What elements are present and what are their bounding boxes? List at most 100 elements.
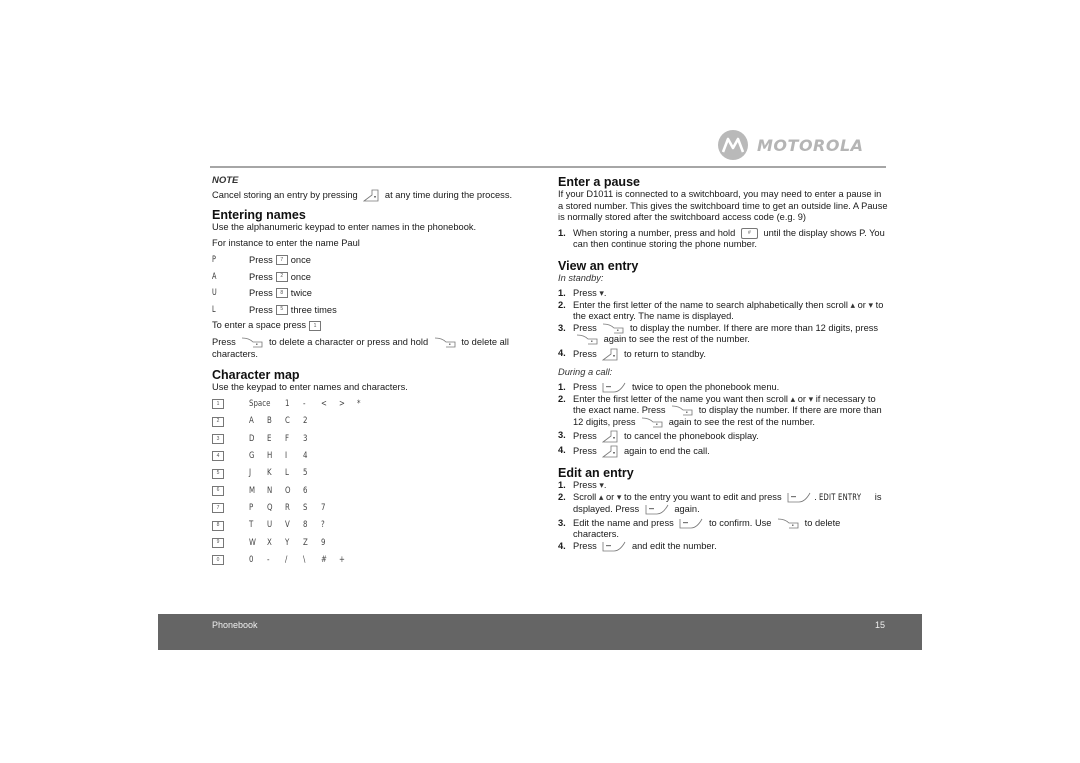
character-map-char: F [285, 433, 290, 444]
character-map-char: V [285, 520, 290, 531]
hash-key-icon: # [740, 227, 758, 239]
character-map-char: Space [249, 399, 271, 410]
character-map-char: X [267, 537, 272, 548]
delete-instruction: Press to delete a character or press and… [212, 337, 509, 359]
list-item: 4. Press to return to standby. [558, 348, 888, 361]
character-map-char: - [303, 399, 306, 410]
character-map-char: B [267, 416, 272, 427]
character-map-char: I [285, 451, 288, 462]
keypad-key-icon: 4 [212, 451, 224, 462]
delete-softkey-icon [576, 334, 598, 345]
list-item: 4. Press again to end the call. [558, 445, 888, 458]
character-map-char: O [285, 485, 291, 496]
character-map-char: A [249, 416, 254, 427]
list-item: 4. Press and edit the number. [558, 540, 717, 551]
character-map-row: 3 D E F 3 [212, 430, 542, 447]
paul-step: U Press 8 twice [212, 288, 312, 299]
character-map-char: < [321, 399, 327, 410]
character-map-row: 1 Space 1 - < > * [212, 396, 542, 413]
character-map-row: 0 0 - / \ # + [212, 551, 542, 568]
character-map-char: G [249, 451, 255, 462]
keypad-key-icon: 6 [212, 485, 224, 496]
note-text: Cancel storing an entry by pressing at a… [212, 189, 542, 202]
character-map-heading: Character map [212, 368, 300, 382]
character-map-char: 5 [303, 468, 308, 479]
edit-entry-heading: Edit an entry [558, 466, 634, 480]
character-map-char: ? [321, 520, 325, 531]
list-item: 1. Press twice to open the phonebook men… [558, 382, 780, 393]
character-map-char: - [267, 554, 270, 565]
edit-steps: 1. Press ▾. 2. Scroll ▴ or ▾ to the entr… [558, 480, 888, 552]
keypad-key-icon: 2 [275, 271, 288, 282]
character-map-char: R [285, 502, 290, 513]
keypad-key-icon: 7 [275, 255, 288, 266]
character-map-char: > [339, 399, 345, 410]
keypad-key-icon: 8 [275, 288, 288, 299]
character-map-row: 7 P Q R S 7 [212, 499, 542, 516]
character-map-char: 3 [303, 433, 308, 444]
menu-softkey-icon [602, 541, 626, 551]
character-map-char: N [267, 485, 273, 496]
list-item: 2. Scroll ▴ or ▾ to the entry you want t… [558, 491, 882, 515]
in-standby-label: In standby: [558, 272, 604, 283]
paul-step: P Press 7 once [212, 255, 311, 266]
scroll-up-icon: ▴ [790, 393, 796, 404]
scroll-down-icon: ▾ [808, 393, 814, 404]
step-letter: P [212, 255, 216, 266]
keypad-key-icon: 8 [212, 520, 224, 531]
motorola-batwing-icon [718, 130, 748, 160]
step-letter: U [212, 288, 217, 299]
character-map-char: S [303, 502, 308, 513]
character-map-char: 6 [303, 485, 308, 496]
character-map-row: 2 A B C 2 [212, 413, 542, 430]
footer-section-name: Phonebook [212, 620, 258, 630]
keypad-key-icon: 5 [212, 468, 224, 479]
character-map-char: T [249, 520, 254, 531]
character-map-char: H [267, 451, 273, 462]
standby-steps: 1. Press ▾. 2. Enter the first letter of… [558, 288, 888, 361]
right-column: Enter a pause If your D1011 is connected… [558, 175, 888, 552]
paul-step: L Press 5 three times [212, 304, 337, 315]
end-call-key-icon [363, 189, 379, 202]
keypad-key-icon: 7 [212, 503, 224, 514]
space-instruction: To enter a space press 1 [212, 318, 542, 334]
character-map-char: W [249, 537, 256, 548]
character-map-char: C [285, 416, 290, 427]
delete-softkey-icon [434, 337, 456, 348]
motorola-logo: MOTOROLA [718, 130, 864, 160]
list-item: 3. Press to cancel the phonebook display… [558, 430, 888, 443]
entering-names-intro: Use the alphanumeric keypad to enter nam… [212, 222, 477, 232]
character-map-char: E [267, 433, 272, 444]
character-map-char: * [357, 399, 361, 410]
brand-name: MOTOROLA [757, 135, 864, 155]
end-call-key-icon [602, 430, 618, 443]
character-map-char: 2 [303, 416, 308, 427]
list-item: 2. Enter the first letter of the name yo… [558, 393, 882, 427]
character-map-char: + [339, 554, 345, 565]
character-map-char: Z [303, 537, 308, 548]
character-map-row: 6 MN O 6 [212, 482, 542, 499]
scroll-up-icon: ▴ [598, 491, 604, 502]
note-label: NOTE [212, 175, 239, 186]
character-map-table: 1 Space 1 - < > * 2 A B C 2 3 D E F 3 4 G H I 4 5 J K L 5 6 M N O 6 7 P Q R… [212, 396, 542, 569]
character-map-char: \ [303, 554, 306, 565]
paul-step: A Press 2 once [212, 271, 311, 282]
scroll-up-icon: ▴ [850, 299, 856, 310]
character-map-char: 1 [285, 399, 290, 410]
page-number: 15 [874, 620, 885, 630]
menu-softkey-icon [645, 504, 669, 515]
keypad-key-icon: 9 [212, 537, 224, 548]
character-map-char: 8 [303, 520, 308, 531]
character-map-char: Q [267, 502, 273, 513]
scroll-down-icon: ▾ [868, 299, 874, 310]
list-item: 3. Press to display the number. If there… [558, 322, 879, 345]
character-map-row: 8 T U V 8? [212, 517, 542, 534]
character-map-char: 7 [321, 502, 326, 513]
keypad-key-icon: 1 [309, 321, 322, 331]
character-map-char: M [249, 485, 256, 496]
left-column: NOTE Cancel storing an entry by pressing… [212, 175, 542, 568]
entering-names-example: For instance to enter the name Paul [212, 237, 360, 248]
character-map-row: 4 G H I 4 [212, 447, 542, 464]
end-call-key-icon [602, 348, 618, 360]
character-map-char: Y [285, 537, 290, 548]
